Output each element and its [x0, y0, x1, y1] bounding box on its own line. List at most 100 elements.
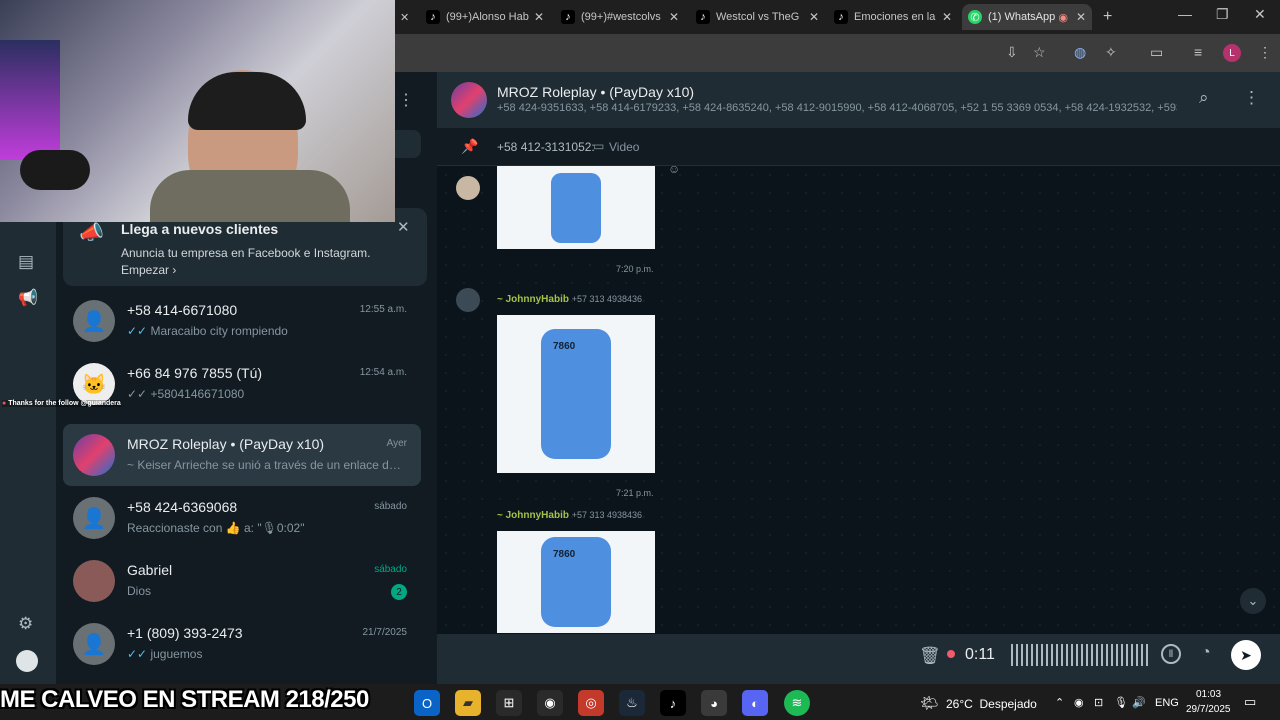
waveform	[1011, 644, 1149, 666]
unread-badge: 2	[391, 584, 407, 600]
chat-row[interactable]: 👤 +58 424-6369068 Reaccionaste con 👍 a: …	[63, 487, 421, 549]
cast-icon[interactable]: ▭	[1150, 44, 1163, 61]
pinned-message-bar[interactable]: 📌 +58 412-3131052: ▭ Video	[437, 128, 1280, 166]
chat-row-selected[interactable]: MROZ Roleplay • (PayDay x10) ~ Keiser Ar…	[63, 424, 421, 486]
install-app-icon[interactable]: ⇩	[1006, 44, 1018, 61]
clock-date[interactable]: 29/7/2025	[1186, 704, 1231, 715]
settings-gear-icon[interactable]: ⚙	[18, 614, 33, 634]
tray-icon[interactable]: ◉	[1074, 696, 1084, 709]
streamer-cap	[188, 72, 306, 130]
recording-dot-icon	[947, 650, 955, 658]
tab-close-partial[interactable]: ✕	[394, 4, 414, 30]
sender-avatar[interactable]	[456, 176, 480, 200]
microphone-icon[interactable]: 🎙	[1114, 696, 1128, 709]
discord-icon[interactable]: ◐	[742, 690, 768, 716]
conversation-menu-icon[interactable]: ⋮	[1243, 88, 1260, 108]
steam-icon[interactable]: ♨	[619, 690, 645, 716]
sticker-image[interactable]	[497, 166, 655, 249]
trash-icon[interactable]: 🗑	[919, 646, 941, 666]
promo-link[interactable]: Empezar ›	[121, 263, 176, 277]
video-icon: ▭	[593, 139, 605, 153]
sticker-image[interactable]: 7860	[497, 531, 655, 633]
chat-row[interactable]: 👤 +1 (809) 393-2473 ✓✓ juguemos 21/7/202…	[63, 613, 421, 675]
tab-label: (1) WhatsApp	[988, 11, 1056, 23]
close-icon[interactable]: ✕	[942, 10, 952, 24]
store-icon[interactable]: ▤	[18, 252, 34, 272]
close-icon[interactable]: ✕	[400, 11, 409, 24]
tab-3[interactable]: ♪ Westcol vs TheG ✕	[690, 4, 825, 30]
new-tab-icon[interactable]: +	[1103, 8, 1112, 26]
volume-icon[interactable]: 🔊	[1132, 696, 1146, 709]
outlook-icon[interactable]: O	[414, 690, 440, 716]
default-avatar-icon: 👤	[73, 300, 115, 342]
tab-2[interactable]: ♪ (99+)#westcolvs ✕	[555, 4, 685, 30]
search-icon[interactable]: ⌕	[1199, 88, 1209, 108]
microphone-shape	[20, 150, 90, 190]
chat-preview: ✓✓ Maracaibo city rompiendo	[127, 324, 288, 338]
close-icon[interactable]: ✕	[1076, 10, 1086, 24]
close-icon[interactable]: ✕	[397, 218, 410, 236]
close-window-icon[interactable]: ✕	[1254, 6, 1266, 23]
sticker-image[interactable]: 7860	[497, 315, 655, 473]
weather-text[interactable]: 26°C Despejado	[946, 697, 1037, 711]
close-icon[interactable]: ✕	[534, 10, 544, 24]
group-avatar[interactable]	[451, 82, 487, 118]
minimize-icon[interactable]: —	[1178, 6, 1192, 22]
sticker-figure: 7860	[541, 537, 611, 627]
extensions-puzzle-icon[interactable]: ✧	[1105, 44, 1117, 61]
browser-menu-icon[interactable]: ⋮	[1258, 44, 1272, 61]
search-box-edge[interactable]	[395, 130, 421, 158]
chat-row[interactable]: Gabriel Dios sábado 2	[63, 550, 421, 612]
close-icon[interactable]: ✕	[669, 10, 679, 24]
send-button[interactable]: ➤	[1231, 640, 1261, 670]
conversation-header[interactable]: MROZ Roleplay • (PayDay x10) +58 424-935…	[437, 72, 1280, 128]
maximize-icon[interactable]: ❐	[1216, 6, 1229, 23]
clock-time[interactable]: 01:03	[1196, 689, 1221, 700]
message-time: 7:20 p.m.	[616, 264, 654, 274]
message-sender[interactable]: ~ JohnnyHabib +57 313 4938436	[497, 510, 642, 521]
media-control-icon[interactable]: ≡	[1194, 44, 1202, 60]
tab-1[interactable]: ♪ (99+)Alonso Hab ✕	[420, 4, 550, 30]
store-icon[interactable]: ⊞	[496, 690, 522, 716]
tiktok-icon: ♪	[834, 10, 848, 24]
chatlist-menu-icon[interactable]: ⋮	[398, 90, 414, 110]
chrome-icon[interactable]: ◕	[701, 690, 727, 716]
file-explorer-icon[interactable]: ▰	[455, 690, 481, 716]
chat-row[interactable]: 👤 +58 414-6671080 ✓✓ Maracaibo city romp…	[63, 290, 421, 352]
tray-icon[interactable]: ⊡	[1094, 696, 1103, 709]
chat-preview: ✓✓ juguemos	[127, 647, 203, 661]
emoji-react-icon[interactable]: ☺	[668, 162, 680, 176]
tab-4[interactable]: ♪ Emociones en la ✕	[828, 4, 958, 30]
notifications-icon[interactable]: ▭	[1244, 694, 1256, 710]
stream-follow-alert: ● Thanks for the follow @guiandera	[2, 400, 121, 407]
read-ticks-icon: ✓✓	[127, 387, 148, 401]
pause-icon[interactable]: Ⅱ	[1161, 644, 1181, 664]
app-icon[interactable]: ◎	[578, 690, 604, 716]
bookmark-star-icon[interactable]: ☆	[1033, 44, 1046, 61]
language-indicator[interactable]: ENG	[1155, 697, 1179, 709]
tab-label: Westcol vs TheG	[716, 11, 800, 23]
recording-duration: 0:11	[965, 646, 995, 663]
webcam-overlay	[0, 0, 395, 222]
sender-avatar[interactable]	[456, 288, 480, 312]
user-avatar[interactable]	[16, 650, 38, 672]
pinned-sender: +58 412-3131052:	[497, 140, 595, 154]
spotify-icon[interactable]: ≋	[784, 690, 810, 716]
profile-avatar[interactable]: L	[1223, 44, 1241, 62]
promo-body: Anuncia tu empresa en Facebook e Instagr…	[121, 246, 371, 260]
megaphone-icon[interactable]: 📢	[18, 288, 38, 308]
chat-name: Gabriel	[127, 562, 173, 578]
chat-preview: ✓✓ +5804146671080	[127, 387, 245, 401]
chat-time: sábado	[374, 564, 407, 575]
member-list: +58 424-9351633, +58 414-6179233, +58 42…	[497, 102, 1177, 114]
sticker-label: 7860	[553, 549, 576, 560]
obs-icon[interactable]: ◉	[537, 690, 563, 716]
close-icon[interactable]: ✕	[809, 10, 819, 24]
scroll-down-icon[interactable]: ⌄	[1240, 588, 1266, 614]
playback-speed-icon[interactable]: ◔	[1201, 644, 1211, 662]
tab-whatsapp[interactable]: ✆ (1) WhatsApp ◉ ✕	[962, 4, 1092, 30]
tiktok-icon[interactable]: ♪	[660, 690, 686, 716]
tray-chevron-icon[interactable]: ⌃	[1055, 696, 1064, 709]
message-sender[interactable]: ~ JohnnyHabib +57 313 4938436	[497, 294, 642, 305]
extension-icon[interactable]: ◍	[1074, 44, 1086, 61]
